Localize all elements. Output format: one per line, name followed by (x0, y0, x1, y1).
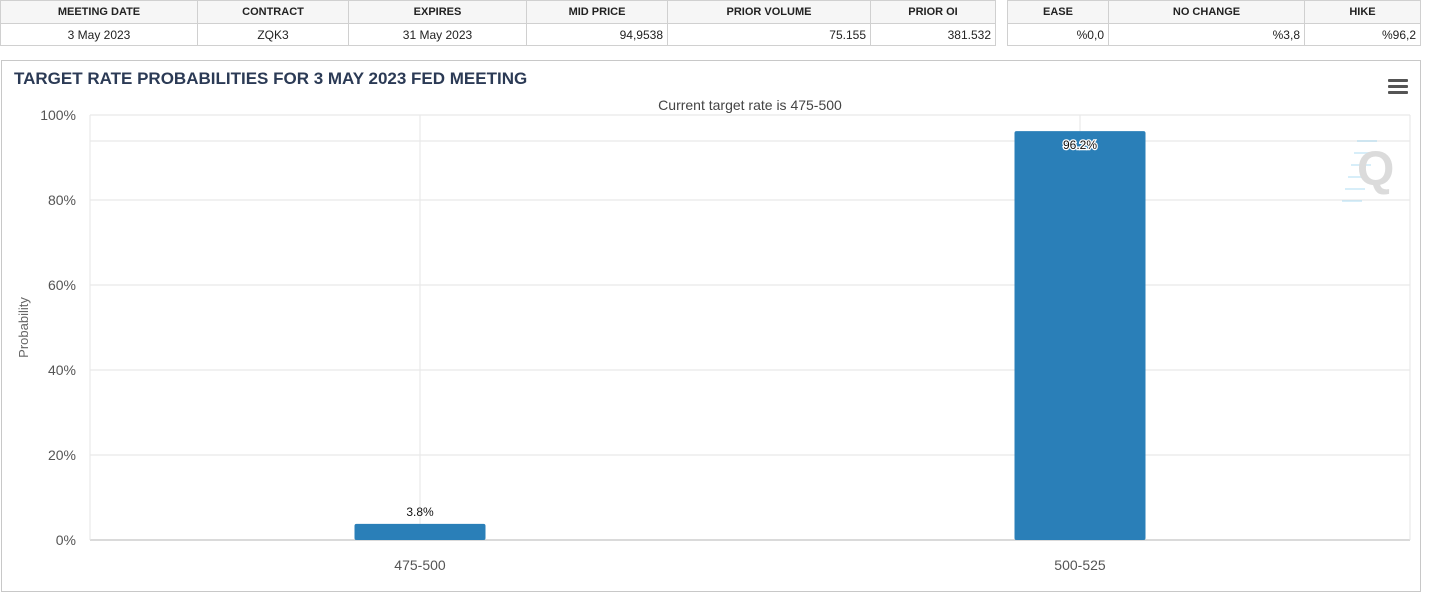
table-row: 3 May 2023 ZQK3 31 May 2023 94,9538 75.1… (0, 23, 996, 46)
table-row: %0,0 %3,8 %96,2 (1007, 23, 1421, 46)
meeting-table-header-row: MEETING DATE CONTRACT EXPIRES MID PRICE … (0, 0, 996, 24)
chart-panel: TARGET RATE PROBABILITIES FOR 3 MAY 2023… (1, 60, 1421, 592)
x-tick-label: 500-525 (1054, 557, 1106, 573)
q-logo-watermark-icon: Q (1342, 140, 1394, 202)
x-tick-label: 475-500 (394, 557, 446, 573)
contract-cell: ZQK3 (197, 23, 349, 46)
data-label: 3.8% (406, 505, 434, 519)
expires-cell: 31 May 2023 (348, 23, 527, 46)
chart-menu-icon[interactable] (1388, 79, 1408, 95)
no-change-cell: %3,8 (1108, 23, 1305, 46)
data-label: 96.2% (1063, 138, 1097, 152)
y-tick-label: 0% (56, 532, 76, 548)
mid-price-cell: 94,9538 (526, 23, 668, 46)
probability-table-header-row: EASE NO CHANGE HIKE (1007, 0, 1421, 24)
probability-bar-chart: 0% 20% 40% 60% 80% 100% Q Current target rate i… (16, 97, 1411, 573)
y-tick-label: 40% (48, 362, 76, 378)
svg-text:Q: Q (1357, 143, 1394, 196)
y-tick-label: 20% (48, 447, 76, 463)
col-header-meeting-date[interactable]: MEETING DATE (0, 0, 198, 24)
meeting-info-table: MEETING DATE CONTRACT EXPIRES MID PRICE … (0, 0, 996, 46)
col-header-expires[interactable]: EXPIRES (348, 0, 527, 24)
ease-cell: %0,0 (1007, 23, 1109, 46)
col-header-no-change[interactable]: NO CHANGE (1108, 0, 1305, 24)
probability-table: EASE NO CHANGE HIKE %0,0 %3,8 %96,2 (1007, 0, 1421, 46)
y-tick-label: 60% (48, 277, 76, 293)
col-header-ease[interactable]: EASE (1007, 0, 1109, 24)
col-header-hike[interactable]: HIKE (1304, 0, 1421, 24)
y-axis-label: Probability (16, 297, 31, 358)
prior-volume-cell: 75.155 (667, 23, 871, 46)
chart-subtitle: Current target rate is 475-500 (658, 97, 842, 113)
col-header-prior-volume[interactable]: PRIOR VOLUME (667, 0, 871, 24)
bar-475-500 (354, 523, 486, 540)
hike-cell: %96,2 (1304, 23, 1421, 46)
col-header-prior-oi[interactable]: PRIOR OI (870, 0, 996, 24)
col-header-mid-price[interactable]: MID PRICE (526, 0, 668, 24)
bar-500-525 (1014, 131, 1146, 540)
meeting-date-cell: 3 May 2023 (0, 23, 198, 46)
col-header-contract[interactable]: CONTRACT (197, 0, 349, 24)
y-tick-label: 80% (48, 192, 76, 208)
y-tick-label: 100% (40, 107, 76, 123)
prior-oi-cell: 381.532 (870, 23, 996, 46)
